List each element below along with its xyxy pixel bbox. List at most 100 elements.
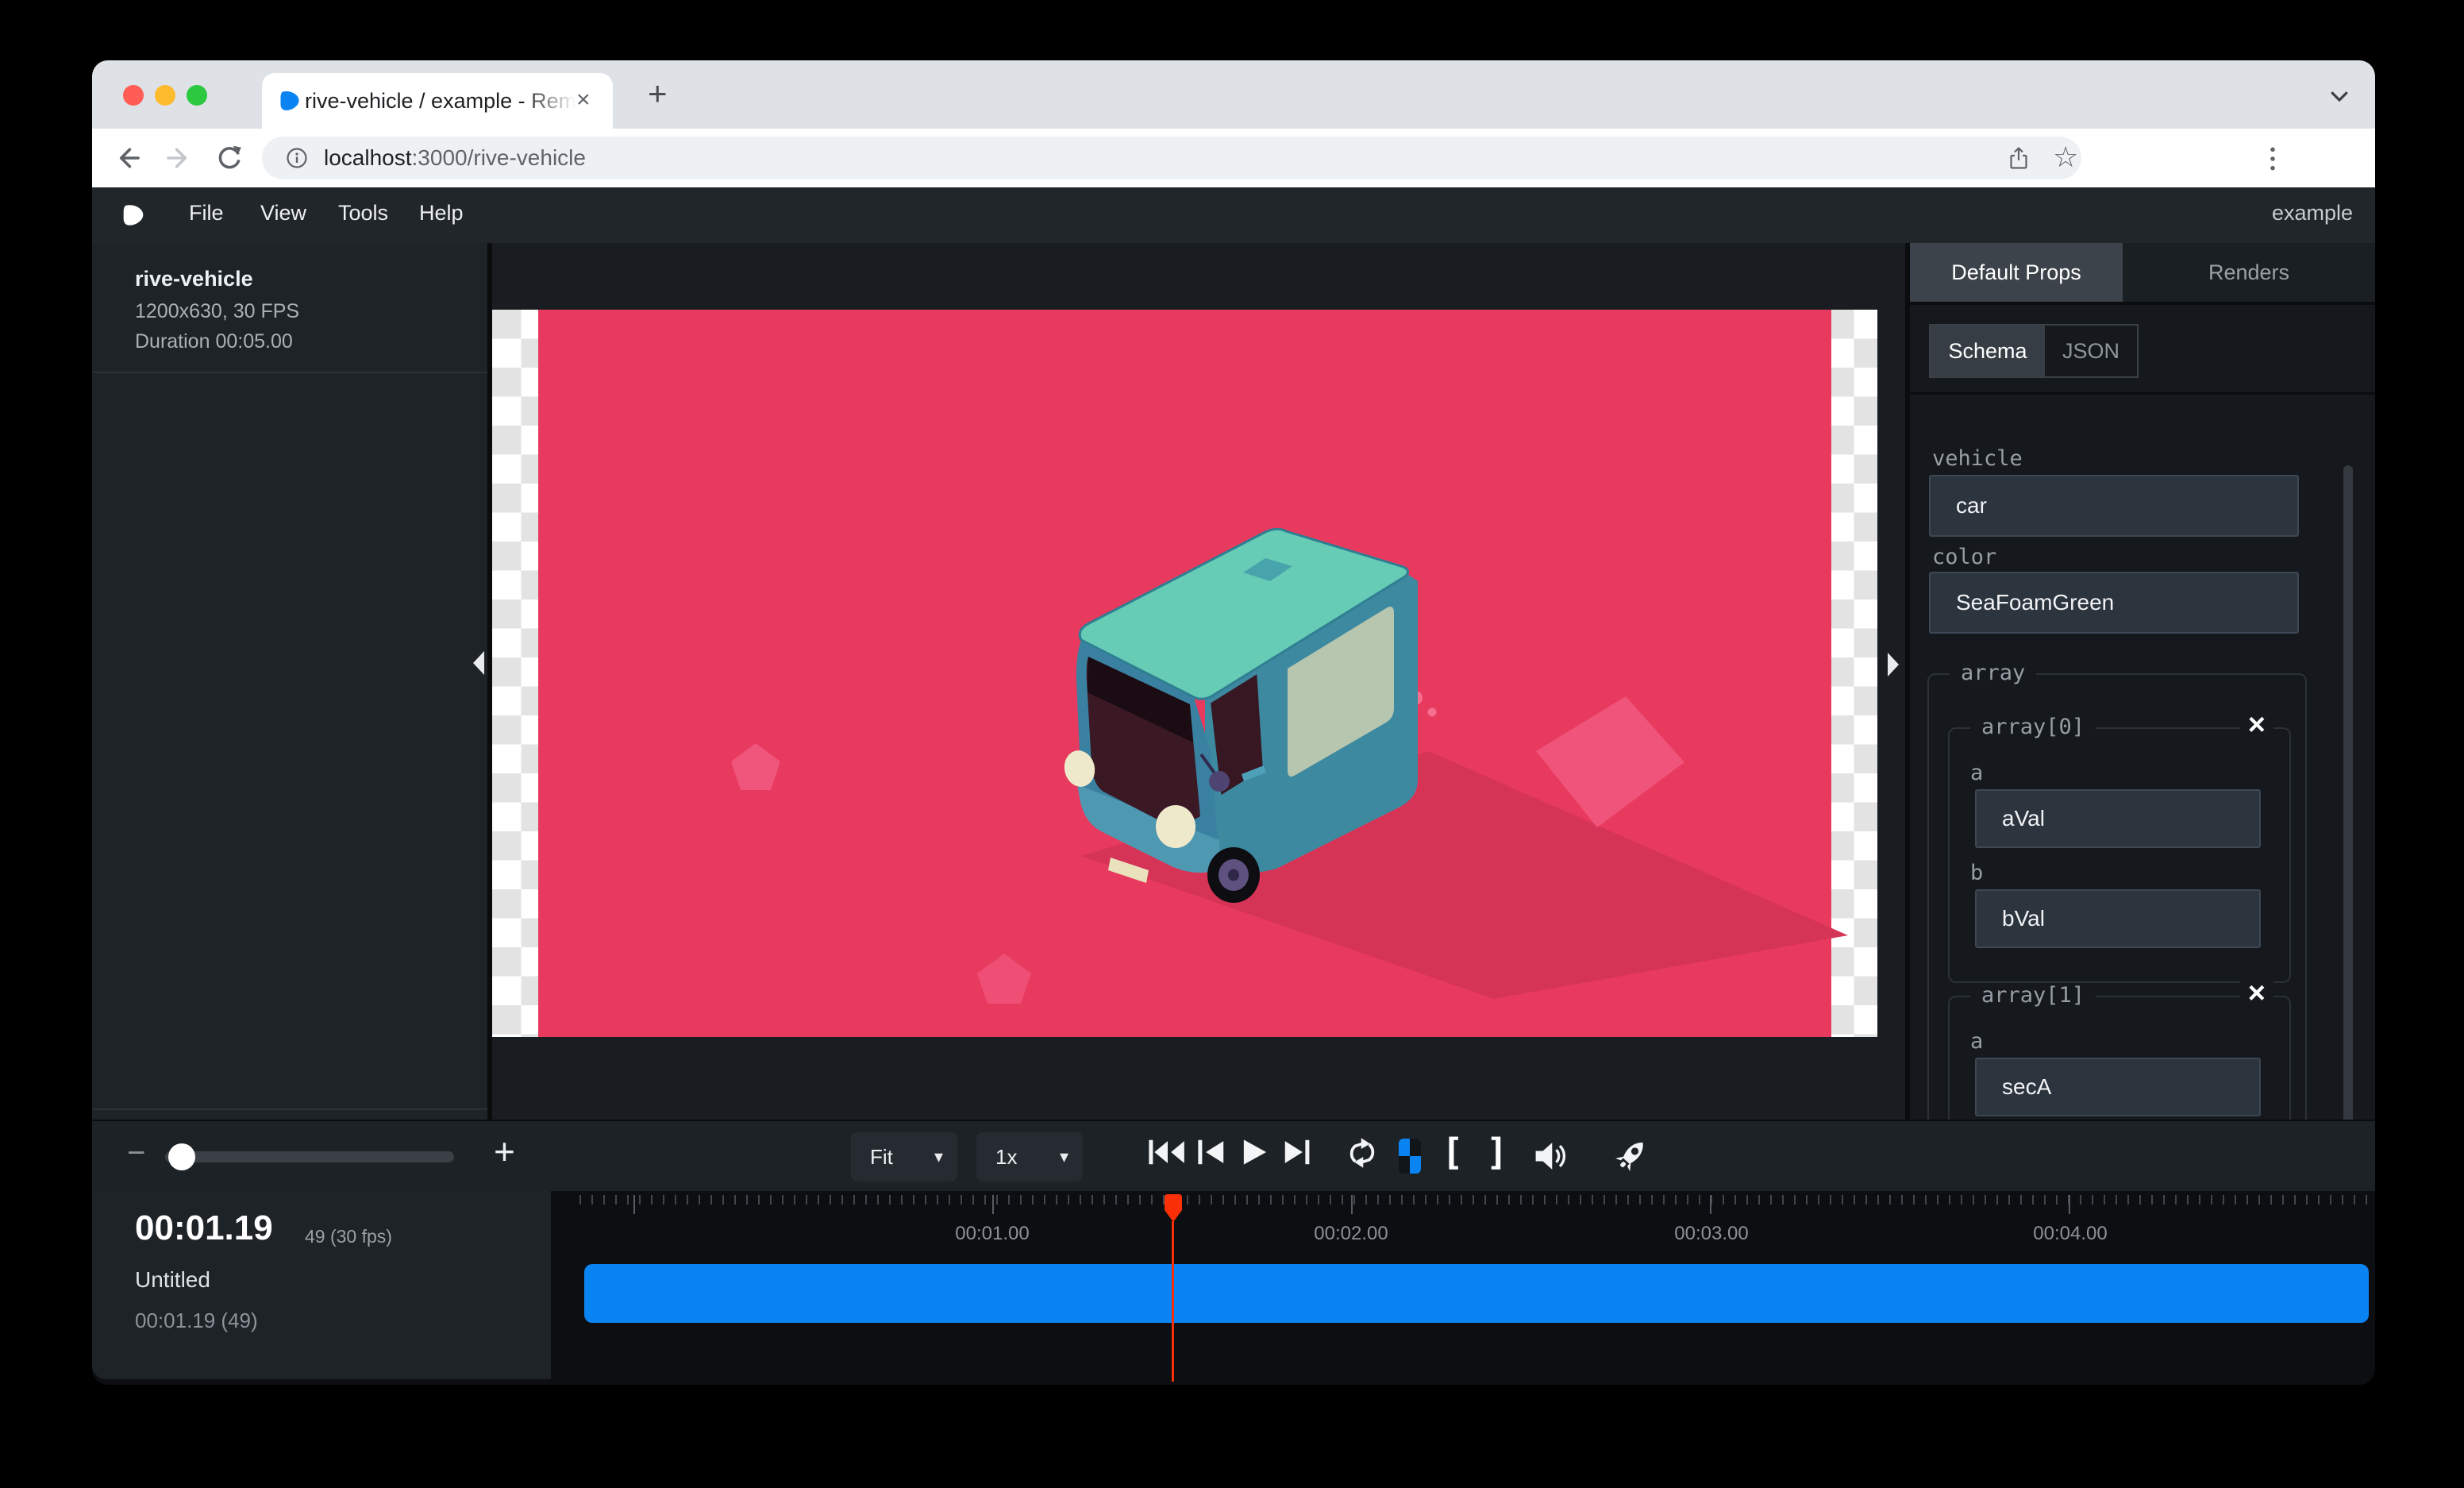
array-0-b-label: b xyxy=(1970,861,1983,885)
array-1-a-label: a xyxy=(1970,1029,1983,1054)
jump-to-end-button[interactable] xyxy=(1283,1139,1311,1166)
new-tab-button[interactable]: + xyxy=(648,75,668,113)
app-menu-bar: File View Tools Help example xyxy=(92,187,2375,245)
deco-dot xyxy=(1428,708,1437,717)
vehicle-input[interactable]: car xyxy=(1929,475,2299,537)
browser-menu-kebab-icon[interactable] xyxy=(2267,145,2278,172)
array-0-a-input[interactable]: aVal xyxy=(1975,789,2261,848)
ruler-label: 00:02.00 xyxy=(1314,1223,1388,1245)
array-0-a-label: a xyxy=(1970,761,1983,785)
remotion-favicon-icon xyxy=(278,89,302,113)
site-info-icon[interactable] xyxy=(286,147,308,169)
render-rocket-button[interactable] xyxy=(1613,1137,1650,1174)
array-label: array xyxy=(1950,661,2036,685)
tab-title: rive-vehicle / example - Remoti xyxy=(305,89,584,114)
screenshot: rive-vehicle / example - Remoti × + loca… xyxy=(0,0,2464,1488)
playhead-handle[interactable] xyxy=(1165,1194,1182,1223)
tab-search-chevron-icon[interactable] xyxy=(2327,84,2351,108)
address-bar[interactable]: localhost:3000/rive-vehicle ☆ xyxy=(262,137,2081,179)
browser-tab-strip: rive-vehicle / example - Remoti × + xyxy=(92,60,2375,129)
ruler-label: 00:01.00 xyxy=(955,1223,1029,1245)
toggle-json[interactable]: JSON xyxy=(2045,326,2137,376)
in-point-button[interactable]: [ xyxy=(1442,1131,1464,1174)
van-mirror xyxy=(1209,771,1230,792)
fit-dropdown-value: Fit xyxy=(870,1145,934,1170)
url-host: localhost xyxy=(324,145,412,170)
array-0-label: array[0] xyxy=(1970,715,2096,739)
array-1-fieldset: array[1] × a secA b xyxy=(1948,996,2291,1120)
caret-down-icon: ▾ xyxy=(934,1147,943,1167)
bookmark-star-icon[interactable]: ☆ xyxy=(2053,141,2078,174)
loop-toggle-button[interactable] xyxy=(1346,1137,1378,1169)
compositions-sidebar: rive-vehicle 1200x630, 30 FPS Duration 0… xyxy=(92,243,487,1120)
playback-controls-bar: − + Fit ▾ 1x ▾ [ ] xyxy=(92,1120,2375,1193)
url-text: localhost:3000/rive-vehicle xyxy=(324,145,586,171)
toggle-schema[interactable]: Schema xyxy=(1931,326,2045,376)
collapse-sidebar-arrow-icon[interactable] xyxy=(473,651,484,675)
ruler-label: 00:04.00 xyxy=(2033,1223,2107,1245)
jump-to-start-button[interactable] xyxy=(1148,1139,1188,1166)
timeline: 00:01.0000:02.0000:03.0000:04.00 00:01.1… xyxy=(92,1191,2375,1385)
traffic-light-minimize-button[interactable] xyxy=(155,85,175,106)
color-input[interactable]: SeaFoamGreen xyxy=(1929,572,2299,634)
track-name[interactable]: Untitled xyxy=(135,1267,210,1293)
vehicle-value: car xyxy=(1956,493,1987,518)
array-0-a-value: aVal xyxy=(2002,806,2045,831)
menu-help[interactable]: Help xyxy=(419,201,464,226)
zoom-slider-track[interactable] xyxy=(165,1151,454,1162)
composition-preview xyxy=(492,310,1877,1037)
panel-scrollbar[interactable] xyxy=(2343,465,2353,1120)
array-0-fieldset: array[0] × a aVal b bVal xyxy=(1948,727,2291,983)
timeline-info-panel: 00:01.19 49 (30 fps) Untitled 00:01.19 (… xyxy=(92,1191,551,1379)
ruler-major-ticks[interactable] xyxy=(579,1195,2372,1214)
previous-frame-button[interactable] xyxy=(1197,1139,1226,1166)
collapse-panel-arrow-icon[interactable] xyxy=(1888,653,1899,677)
traffic-light-close-button[interactable] xyxy=(123,85,144,106)
tabs-underline xyxy=(1910,302,2375,305)
array-1-a-input[interactable]: secA xyxy=(1975,1058,2261,1116)
traffic-light-expand-button[interactable] xyxy=(187,85,207,106)
vehicle-artwork xyxy=(492,310,1877,1037)
panel-divider-line xyxy=(1910,392,2375,395)
play-button[interactable] xyxy=(1242,1139,1269,1166)
playhead-line[interactable] xyxy=(1172,1221,1174,1382)
composition-list: image-in-lottieloaderpathsgifgifgif-dura… xyxy=(92,372,487,1110)
menu-view[interactable]: View xyxy=(260,201,306,226)
composition-title: rive-vehicle xyxy=(135,267,253,291)
forward-icon[interactable] xyxy=(164,143,194,173)
composition-duration: Duration 00:05.00 xyxy=(135,330,293,353)
reload-icon[interactable] xyxy=(214,143,244,173)
out-point-button[interactable]: ] xyxy=(1486,1131,1508,1174)
tab-default-props[interactable]: Default Props xyxy=(1910,243,2123,302)
array-1-label: array[1] xyxy=(1970,983,2096,1008)
deco-pentagon-left xyxy=(731,743,780,790)
props-panel: Default Props Renders Schema JSON vehicl… xyxy=(1910,243,2375,1120)
menu-tools[interactable]: Tools xyxy=(338,201,388,226)
zoom-slider-thumb[interactable] xyxy=(168,1143,195,1170)
current-time-display: 00:01.19 xyxy=(135,1209,273,1248)
fit-dropdown[interactable]: Fit ▾ xyxy=(851,1132,957,1182)
array-0-remove-icon[interactable]: × xyxy=(2240,713,2273,737)
browser-tab[interactable]: rive-vehicle / example - Remoti × xyxy=(262,73,613,129)
share-icon[interactable] xyxy=(2007,146,2031,170)
volume-button[interactable] xyxy=(1534,1140,1569,1172)
array-1-a-value: secA xyxy=(2002,1074,2051,1100)
browser-window: rive-vehicle / example - Remoti × + loca… xyxy=(92,60,2375,1385)
composition-meta: 1200x630, 30 FPS xyxy=(135,300,299,323)
transparency-checkerboard-toggle[interactable] xyxy=(1399,1139,1421,1174)
zoom-out-button[interactable]: − xyxy=(127,1135,145,1171)
menu-file[interactable]: File xyxy=(189,201,224,226)
zoom-in-button[interactable]: + xyxy=(494,1130,515,1173)
caret-down-icon: ▾ xyxy=(1060,1147,1068,1167)
tab-renders[interactable]: Renders xyxy=(2123,243,2375,302)
track-position: 00:01.19 (49) xyxy=(135,1309,258,1333)
tab-close-icon[interactable]: × xyxy=(576,87,591,114)
timeline-track-bar[interactable] xyxy=(584,1264,2369,1323)
array-1-remove-icon[interactable]: × xyxy=(2240,981,2273,1005)
color-value: SeaFoamGreen xyxy=(1956,590,2114,615)
array-0-b-input[interactable]: bVal xyxy=(1975,889,2261,948)
back-icon[interactable] xyxy=(113,143,143,173)
vehicle-label: vehicle xyxy=(1932,446,2023,471)
deco-rhombus xyxy=(1536,696,1684,827)
speed-dropdown[interactable]: 1x ▾ xyxy=(976,1132,1083,1182)
